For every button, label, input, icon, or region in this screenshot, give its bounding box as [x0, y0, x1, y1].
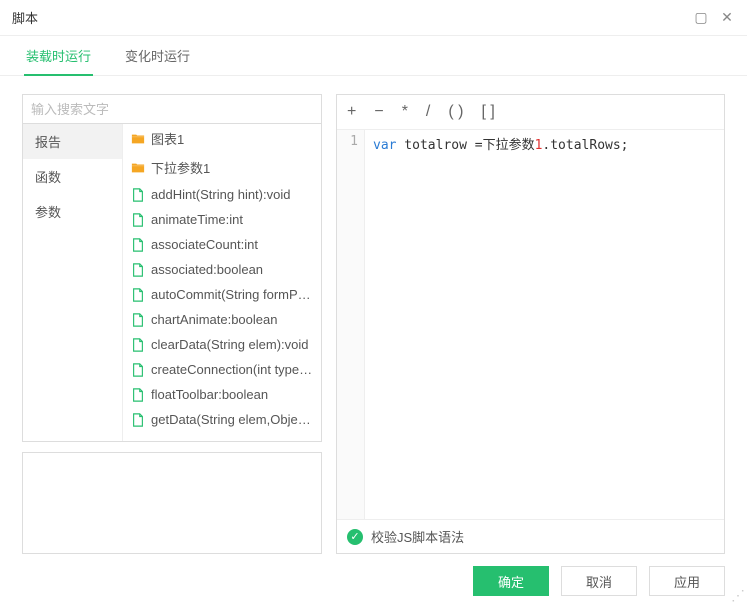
tree-item[interactable]: addHint(String hint):void [123, 182, 321, 207]
op-parens[interactable]: ( ) [448, 103, 463, 121]
op-star[interactable]: * [402, 103, 408, 121]
tree-item-label: 下拉参数1 [151, 158, 210, 177]
tree-item-label: createConnection(int type,Str... [151, 362, 313, 377]
category-report-label: 报告 [35, 135, 61, 150]
apply-button[interactable]: 应用 [649, 566, 725, 596]
tree-item[interactable]: animateTime:int [123, 207, 321, 232]
tree-item[interactable]: associateCount:int [123, 232, 321, 257]
file-icon [131, 388, 145, 402]
cancel-button[interactable]: 取消 [561, 566, 637, 596]
tree-item[interactable]: createConnection(int type,Str... [123, 357, 321, 382]
tabs: 装载时运行 变化时运行 [0, 36, 747, 76]
close-icon[interactable]: ✕ [719, 9, 735, 26]
tab-onchange-label: 变化时运行 [125, 49, 190, 64]
editor-panel: + − * / ( ) [ ] 1 var totalrow =下拉参数1.to… [336, 94, 725, 554]
footer: 确定 取消 应用 [473, 566, 725, 596]
maximize-icon[interactable]: ▢ [693, 9, 709, 26]
tree-item[interactable]: 图表1 [123, 124, 321, 153]
file-icon [131, 263, 145, 277]
tree-item-label: autoCommit(String formParm... [151, 287, 313, 302]
op-plus[interactable]: + [347, 103, 356, 121]
file-icon [131, 188, 145, 202]
op-brackets[interactable]: [ ] [481, 103, 494, 121]
tree-item[interactable]: associated:boolean [123, 257, 321, 282]
tree-item-label: clearData(String elem):void [151, 337, 309, 352]
category-param-label: 参数 [35, 205, 61, 220]
window-controls: ▢ ✕ [693, 9, 735, 26]
file-icon [131, 213, 145, 227]
content: 报告 函数 参数 图表1 下拉参数1 addHint(String hint):vo… [0, 76, 747, 554]
api-browser: 报告 函数 参数 图表1 下拉参数1 addHint(String hint):vo… [22, 124, 322, 442]
tree-item[interactable]: floatToolbar:boolean [123, 382, 321, 407]
category-param[interactable]: 参数 [23, 194, 122, 229]
line-number-1: 1 [350, 134, 358, 149]
folder-icon [131, 161, 145, 175]
tab-onload[interactable]: 装载时运行 [24, 36, 93, 75]
search-input[interactable] [22, 94, 322, 124]
file-icon [131, 338, 145, 352]
file-icon [131, 288, 145, 302]
folder-icon [131, 132, 145, 146]
category-list: 报告 函数 参数 [23, 124, 123, 441]
item-list[interactable]: 图表1 下拉参数1 addHint(String hint):void animate… [123, 124, 321, 441]
tree-item-label: getData(String elem,Object o... [151, 412, 313, 427]
tab-onchange[interactable]: 变化时运行 [123, 36, 192, 75]
left-panel: 报告 函数 参数 图表1 下拉参数1 addHint(String hint):vo… [22, 94, 322, 554]
resize-grip-icon[interactable]: ⋰ [731, 587, 745, 604]
file-icon [131, 413, 145, 427]
ok-button[interactable]: 确定 [473, 566, 549, 596]
editor-toolbar: + − * / ( ) [ ] [337, 95, 724, 129]
category-report[interactable]: 报告 [23, 124, 122, 159]
tree-item[interactable]: getData(String elem,Object o... [123, 407, 321, 432]
tree-item-label: floatToolbar:boolean [151, 387, 268, 402]
code-keyword: var [373, 138, 396, 153]
titlebar: 脚本 ▢ ✕ [0, 0, 747, 36]
tree-item[interactable]: autoCommit(String formParm... [123, 282, 321, 307]
tree-item-label: chartAnimate:boolean [151, 312, 277, 327]
tab-onload-label: 装载时运行 [26, 49, 91, 64]
window-title: 脚本 [12, 8, 693, 27]
tree-item-label: animateTime:int [151, 212, 243, 227]
code-editor[interactable]: 1 var totalrow =下拉参数1.totalRows; [337, 129, 724, 519]
category-function[interactable]: 函数 [23, 159, 122, 194]
tree-item-label: associateCount:int [151, 237, 258, 252]
tree-item-label: 图表1 [151, 129, 184, 148]
tree-item[interactable]: 下拉参数1 [123, 153, 321, 182]
validation-label: 校验JS脚本语法 [371, 527, 464, 546]
op-slash[interactable]: / [426, 103, 430, 121]
file-icon [131, 363, 145, 377]
gutter: 1 [337, 130, 365, 519]
tree-item[interactable]: chartAnimate:boolean [123, 307, 321, 332]
tree-item-label: addHint(String hint):void [151, 187, 290, 202]
validation-bar[interactable]: ✓ 校验JS脚本语法 [337, 519, 724, 553]
tree-item[interactable]: clearData(String elem):void [123, 332, 321, 357]
code-rest: .totalRows; [542, 138, 628, 153]
preview-box [22, 452, 322, 554]
check-icon: ✓ [347, 529, 363, 545]
op-minus[interactable]: − [374, 103, 383, 121]
file-icon [131, 238, 145, 252]
category-function-label: 函数 [35, 170, 61, 185]
file-icon [131, 313, 145, 327]
tree-item-label: associated:boolean [151, 262, 263, 277]
code-line-1[interactable]: var totalrow =下拉参数1.totalRows; [365, 130, 724, 519]
code-ident: totalrow =下拉参数 [396, 138, 534, 153]
